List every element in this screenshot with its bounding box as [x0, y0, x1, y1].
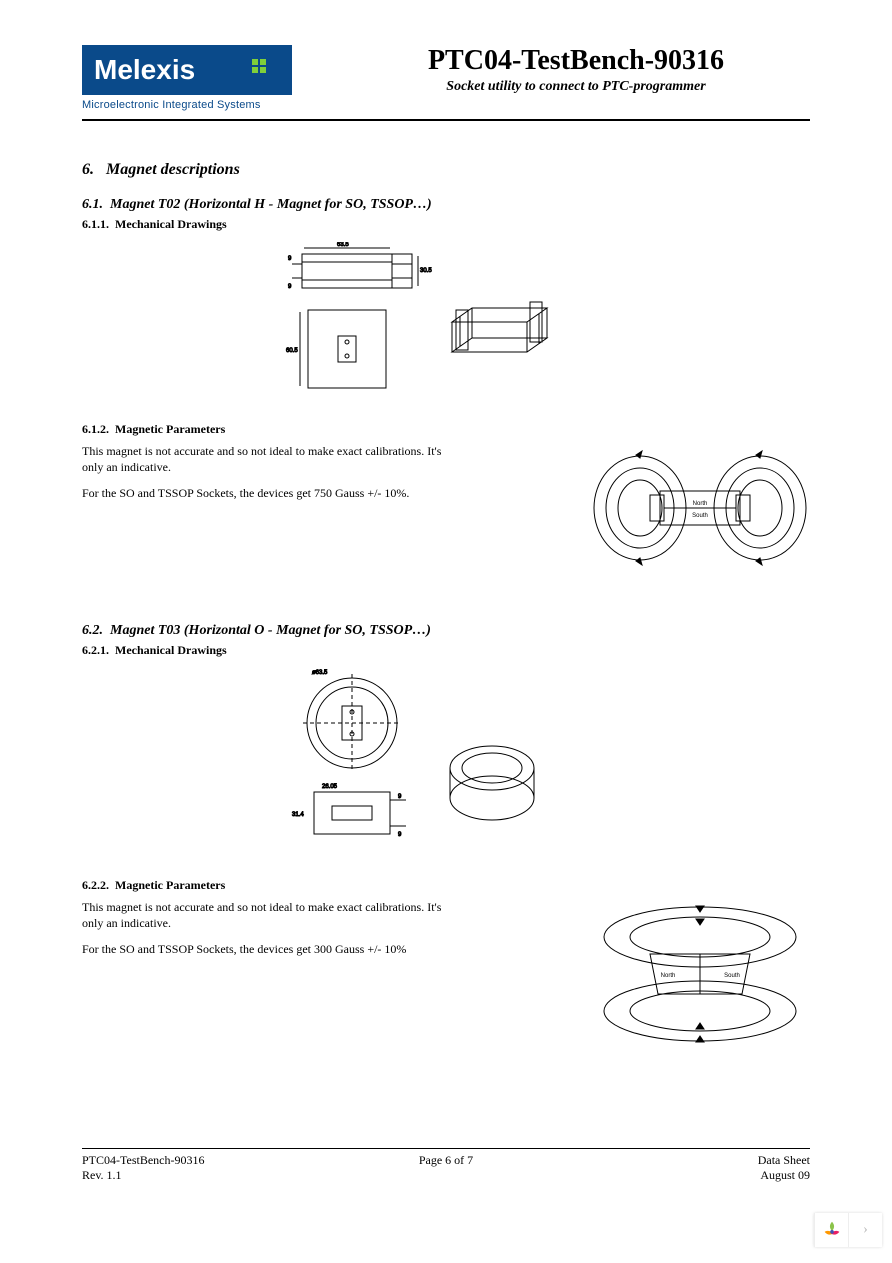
section-number: 6.2. — [82, 623, 103, 638]
viewer-logo-icon[interactable] — [814, 1213, 848, 1247]
row-6-1-2: This magnet is not accurate and so not i… — [82, 443, 810, 573]
chevron-right-icon: › — [863, 1222, 868, 1238]
body-text-6-1-2: This magnet is not accurate and so not i… — [82, 443, 462, 512]
logo-block: Melexis Microelectronic Integrated Syste… — [82, 45, 302, 111]
footer-page-number: Page 6 of 7 — [325, 1153, 568, 1168]
row-6-2-2: This magnet is not accurate and so not i… — [82, 899, 810, 1049]
magnetic-field-diagram-o: North South — [590, 899, 810, 1049]
section-6-2-heading: 6.2. Magnet T03 (Horizontal O - Magnet f… — [82, 623, 810, 639]
svg-text:9: 9 — [398, 794, 402, 800]
svg-text:9: 9 — [288, 256, 292, 262]
section-6-1-heading: 6.1. Magnet T02 (Horizontal H - Magnet f… — [82, 197, 810, 213]
paragraph: For the SO and TSSOP Sockets, the device… — [82, 485, 462, 501]
svg-text:26.05: 26.05 — [322, 784, 338, 790]
title-block: PTC04-TestBench-90316 Socket utility to … — [342, 45, 810, 95]
svg-text:63.5: 63.5 — [337, 242, 349, 248]
label-north: North — [693, 501, 708, 507]
section-number: 6.1. — [82, 197, 103, 212]
page: Melexis Microelectronic Integrated Syste… — [0, 0, 892, 1263]
melexis-logo: Melexis — [82, 45, 292, 95]
svg-text:9: 9 — [288, 284, 292, 290]
section-title: Magnetic Parameters — [115, 878, 225, 892]
next-page-button[interactable]: › — [848, 1213, 882, 1247]
section-title: Mechanical Drawings — [115, 217, 227, 231]
section-title: Mechanical Drawings — [115, 643, 227, 657]
section-6-2-2-heading: 6.2.2. Magnetic Parameters — [82, 878, 810, 893]
mechanical-drawing-t03: ø63.5 26.05 31.4 9 9 — [282, 668, 582, 858]
mechanical-drawing-t02: 63.5 30.5 9 9 60.5 — [282, 242, 582, 402]
svg-text:30.5: 30.5 — [420, 268, 432, 274]
document-title: PTC04-TestBench-90316 — [342, 45, 810, 77]
logo-tagline: Microelectronic Integrated Systems — [82, 99, 302, 111]
header-divider — [82, 119, 810, 121]
svg-text:9: 9 — [398, 832, 402, 838]
section-title: Magnetic Parameters — [115, 422, 225, 436]
svg-text:31.4: 31.4 — [292, 812, 304, 818]
footer-date: August 09 — [567, 1168, 810, 1183]
footer-doc-type: Data Sheet — [567, 1153, 810, 1168]
section-title: Magnet T02 (Horizontal H - Magnet for SO… — [110, 197, 432, 212]
label-south: South — [724, 973, 740, 979]
section-title: Magnet T03 (Horizontal O - Magnet for SO… — [110, 623, 431, 638]
section-6-1-1-heading: 6.1.1. Mechanical Drawings — [82, 217, 810, 232]
section-number: 6.2.1. — [82, 643, 109, 657]
footer-left: PTC04-TestBench-90316 Rev. 1.1 — [82, 1153, 325, 1183]
section-6-2-1-heading: 6.2.1. Mechanical Drawings — [82, 643, 810, 658]
body-text-6-2-2: This magnet is not accurate and so not i… — [82, 899, 462, 968]
document-header: Melexis Microelectronic Integrated Syste… — [82, 45, 810, 111]
section-number: 6.1.1. — [82, 217, 109, 231]
paragraph: For the SO and TSSOP Sockets, the device… — [82, 941, 462, 957]
logo-text: Melexis — [94, 54, 195, 86]
paragraph: This magnet is not accurate and so not i… — [82, 899, 462, 931]
logo-dots-icon — [252, 59, 266, 73]
paragraph: This magnet is not accurate and so not i… — [82, 443, 462, 475]
section-number: 6. — [82, 161, 94, 178]
section-title: Magnet descriptions — [106, 161, 240, 178]
footer-doc-name: PTC04-TestBench-90316 — [82, 1153, 325, 1168]
label-south: South — [692, 513, 708, 519]
footer-center: Page 6 of 7 — [325, 1153, 568, 1183]
document-subtitle: Socket utility to connect to PTC-program… — [342, 79, 810, 95]
svg-text:ø63.5: ø63.5 — [312, 670, 328, 676]
section-number: 6.2.2. — [82, 878, 109, 892]
footer-right: Data Sheet August 09 — [567, 1153, 810, 1183]
label-north: North — [661, 973, 676, 979]
section-6-heading: 6. Magnet descriptions — [82, 161, 810, 179]
magnetic-field-diagram-h: North South — [590, 443, 810, 573]
viewer-toolbar: › — [814, 1213, 882, 1247]
svg-text:60.5: 60.5 — [286, 348, 298, 354]
section-number: 6.1.2. — [82, 422, 109, 436]
footer-revision: Rev. 1.1 — [82, 1168, 325, 1183]
page-footer: PTC04-TestBench-90316 Rev. 1.1 Page 6 of… — [82, 1148, 810, 1183]
section-6-1-2-heading: 6.1.2. Magnetic Parameters — [82, 422, 810, 437]
footer-divider — [82, 1148, 810, 1149]
